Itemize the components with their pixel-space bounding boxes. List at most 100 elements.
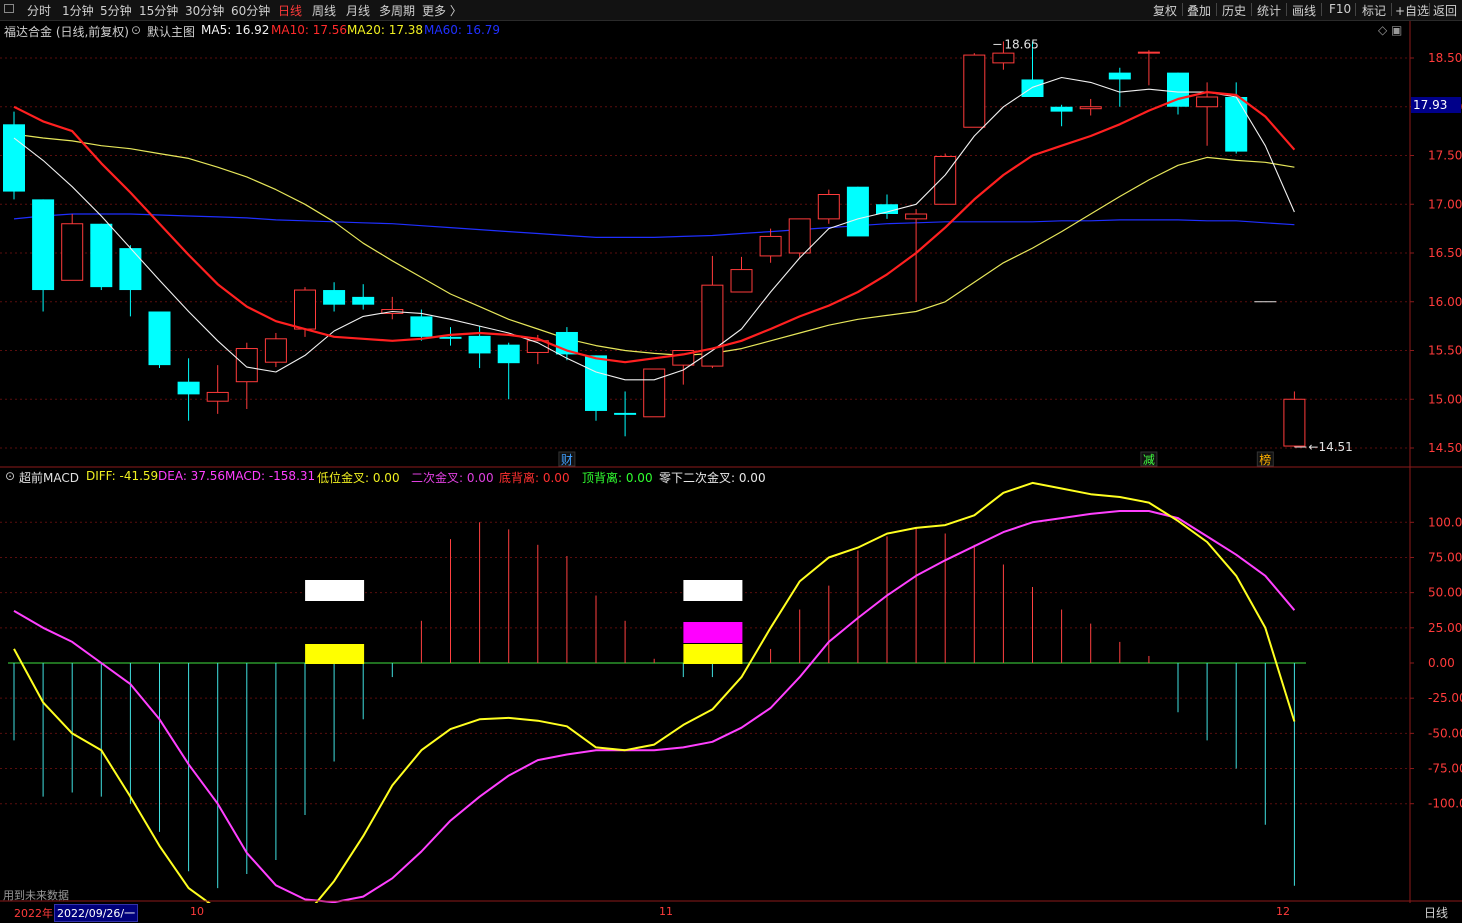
period-tab-5min[interactable]: 5分钟 [100,2,132,19]
template-name[interactable]: 默认主图 [147,23,195,40]
price-tick-label: 17.00 [1428,197,1462,211]
macd-tick-label: 75.00 [1428,550,1462,564]
period-tab-weekly[interactable]: 周线 [312,2,336,19]
x-axis-month-dec: 12 [1276,905,1290,918]
event-marker-2: 榜 [1259,452,1271,467]
future-data-note: 用到未来数据 [3,889,69,902]
chart-settings-icon[interactable]: ◇ ▣ [1378,23,1402,37]
overlay-button[interactable]: 叠加 [1187,2,1211,19]
adjust-button[interactable]: 复权 [1153,2,1177,19]
candle [177,358,200,421]
price-tick-label: 16.00 [1428,295,1462,309]
candle [817,189,840,224]
ma5-line [13,76,1295,381]
candle-body [32,199,55,291]
candle [497,342,520,400]
candle [1050,104,1073,127]
candle-body [1108,72,1131,80]
candle-body [352,296,375,305]
candle-body [235,348,258,383]
candle-body [1225,97,1248,152]
chart-canvas[interactable]: 18.5018.0017.5017.0016.5016.0015.5015.00… [0,21,1462,903]
candle [614,391,637,437]
candle-body [759,235,782,257]
candle [235,342,258,409]
candle [643,368,666,418]
candle-body [1283,398,1306,447]
candle-body [119,248,142,291]
candle [1108,67,1131,107]
macd-low-golden-cross: 低位金叉: 0.00 [317,471,400,485]
candle [264,332,287,368]
candle [730,256,753,293]
candle [1283,391,1306,448]
candle-body [992,52,1015,64]
candle [846,186,869,237]
period-tab-30min[interactable]: 30分钟 [185,2,224,19]
candle-body [177,381,200,395]
current-price-tag: 17.93 [1411,97,1461,113]
candle-body [61,223,84,281]
candle [32,199,55,312]
candle [934,153,957,205]
candle [1167,72,1189,115]
period-tab-1min[interactable]: 1分钟 [62,2,94,19]
macd-lines [13,481,1296,903]
candle-body [3,124,25,192]
template-dropdown-icon[interactable]: ⊙ [131,23,141,37]
x-axis-month-oct: 10 [190,905,204,918]
period-tab-multi[interactable]: 多周期 [379,2,415,19]
candlestick-series [3,41,1306,448]
dea-polyline [13,510,1296,903]
back-button[interactable]: 返回 [1433,2,1457,19]
macd-top-divergence: 顶背离: 0.00 [582,471,653,485]
candle [585,355,607,421]
macd-settings-icon[interactable]: ⊙ [5,469,15,483]
mark-button[interactable]: 标记 [1362,2,1386,19]
signal-block-yellow [305,644,365,664]
period-tab-daily[interactable]: 日线 [278,2,302,19]
ma20-line [13,133,1295,356]
candle [3,111,25,200]
price-tick-label: 17.50 [1428,149,1462,163]
stock-title: 福达合金 (日线,前复权) [4,25,129,39]
ma10-line [13,90,1296,364]
candle [410,309,433,341]
macd-tick-label: 25.00 [1428,621,1462,635]
candle [381,296,404,320]
candle-body [1196,96,1219,108]
history-button[interactable]: 历史 [1222,2,1246,19]
period-tab-more[interactable]: 更多 〉 [422,2,462,19]
macd-below-zero-cross: 零下二次金叉: 0.00 [659,471,766,485]
macd-second-golden-cross: 二次金叉: 0.00 [411,471,494,485]
high-label: 18.65 [1004,37,1038,51]
statistics-button[interactable]: 统计 [1257,2,1281,19]
price-tick-label: 14.50 [1428,441,1462,455]
candle-body [788,218,811,254]
macd-title: 超前MACD [19,471,79,485]
event-marker-1: 减 [1143,453,1155,467]
candle-body [934,155,957,205]
candle [1079,98,1102,116]
macd-tick-label: 0.00 [1428,656,1455,670]
period-tab-monthly[interactable]: 月线 [346,2,370,19]
price-tick-label: 16.50 [1428,246,1462,260]
legend-ma60: MA60: 16.79 [424,23,501,37]
macd-histogram [8,522,1306,889]
candle-body [963,54,986,128]
candle [323,282,346,312]
candle [148,311,171,369]
window-restore-icon[interactable] [4,4,14,13]
draw-line-button[interactable]: 画线 [1292,2,1316,19]
legend-ma10: MA10: 17.56 [271,23,348,37]
f10-button[interactable]: F10 [1329,2,1351,16]
candle [1225,82,1248,154]
macd-tick-label: 50.00 [1428,586,1462,600]
candle [876,194,898,219]
period-tab-timeshare[interactable]: 分时 [27,2,51,19]
candle [352,284,375,310]
add-watchlist-button[interactable]: +自选 [1395,2,1429,19]
candle-body [1079,106,1102,110]
period-tab-15min[interactable]: 15分钟 [139,2,178,19]
period-tab-60min[interactable]: 60分钟 [231,2,270,19]
